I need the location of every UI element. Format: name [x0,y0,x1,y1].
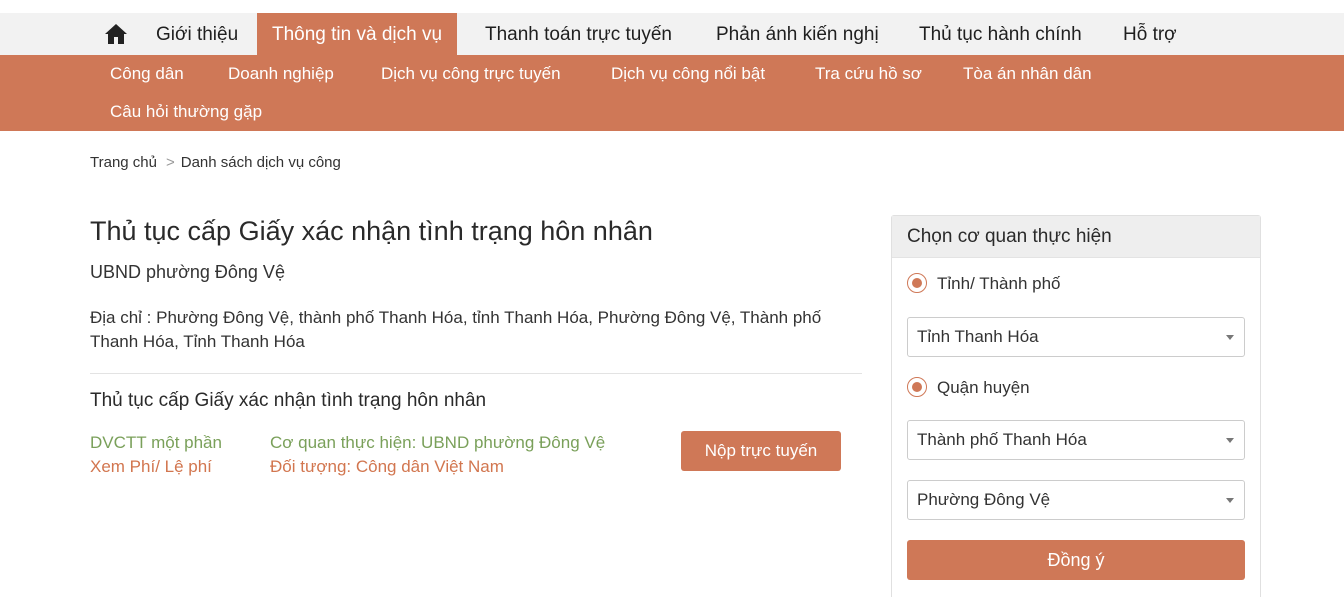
radio-province[interactable]: Tỉnh/ Thành phố [907,272,1061,295]
agency-address: Địa chỉ : Phường Đông Vệ, thành phố Than… [90,308,822,351]
subnav-item-tra-cuu[interactable]: Tra cứu hồ sơ [815,64,922,84]
radio-selected-icon[interactable] [907,272,927,293]
caret-down-icon [1226,335,1234,340]
nav-item-thanh-toan[interactable]: Thanh toán trực tuyến [485,13,672,55]
district-select[interactable]: Thành phố Thanh Hóa [907,420,1245,460]
nav-item-gioi-thieu[interactable]: Giới thiệu [156,13,238,55]
procedure-title[interactable]: Thủ tục cấp Giấy xác nhận tình trạng hôn… [90,390,486,412]
subnav-item-dvc-noi-bat[interactable]: Dịch vụ công nổi bật [611,64,765,84]
province-select-value: Tỉnh Thanh Hóa [917,327,1039,346]
breadcrumb-home[interactable]: Trang chủ [90,154,157,171]
radio-district[interactable]: Quận huyện [907,376,1030,399]
province-select[interactable]: Tỉnh Thanh Hóa [907,317,1245,357]
procedure-agency: Cơ quan thực hiện: UBND phường Đông Vệ [270,433,606,452]
ward-select[interactable]: Phường Đông Vệ [907,480,1245,520]
sub-navigation: Công dân Doanh nghiệp Dịch vụ công trực … [0,55,1344,131]
caret-down-icon [1226,498,1234,503]
breadcrumb: Trang chủ > Danh sách dịch vụ công [90,154,341,171]
nav-item-ho-tro[interactable]: Hỗ trợ [1123,13,1177,55]
subnav-item-toa-an[interactable]: Tòa án nhân dân [963,64,1092,84]
nav-item-phan-anh[interactable]: Phản ánh kiến nghị [716,13,879,55]
fee-link[interactable]: Xem Phí/ Lệ phí [90,457,212,477]
submit-online-button[interactable]: Nộp trực tuyến [681,431,841,471]
radio-province-label: Tỉnh/ Thành phố [937,274,1061,293]
radio-district-label: Quận huyện [937,378,1030,397]
top-navigation: Giới thiệu Thông tin và dịch vụ Thanh to… [0,13,1344,55]
subnav-item-doanh-nghiep[interactable]: Doanh nghiệp [228,64,334,84]
panel-title: Chọn cơ quan thực hiện [892,216,1260,258]
district-select-value: Thành phố Thanh Hóa [917,430,1087,449]
nav-item-thu-tuc[interactable]: Thủ tục hành chính [919,13,1082,55]
home-icon[interactable] [104,23,128,45]
caret-down-icon [1226,438,1234,443]
agency-name: UBND phường Đông Vệ [90,262,285,282]
service-level: DVCTT một phần [90,433,222,452]
page-title: Thủ tục cấp Giấy xác nhận tình trạng hôn… [90,216,653,246]
breadcrumb-separator: > [165,154,175,171]
subnav-item-cong-dan[interactable]: Công dân [110,64,184,84]
agency-selector-panel: Chọn cơ quan thực hiện Tỉnh/ Thành phố T… [891,215,1261,597]
procedure-target: Đối tượng: Công dân Việt Nam [270,457,504,476]
subnav-item-dvc-truc-tuyen[interactable]: Dịch vụ công trực tuyến [381,64,561,84]
agree-button[interactable]: Đồng ý [907,540,1245,580]
ward-select-value: Phường Đông Vệ [917,490,1051,509]
divider [90,373,862,374]
subnav-item-faq[interactable]: Câu hỏi thường gặp [110,102,262,122]
nav-item-thong-tin-dich-vu[interactable]: Thông tin và dịch vụ [257,13,458,55]
breadcrumb-current: Danh sách dịch vụ công [180,154,341,171]
radio-selected-icon[interactable] [907,376,927,397]
